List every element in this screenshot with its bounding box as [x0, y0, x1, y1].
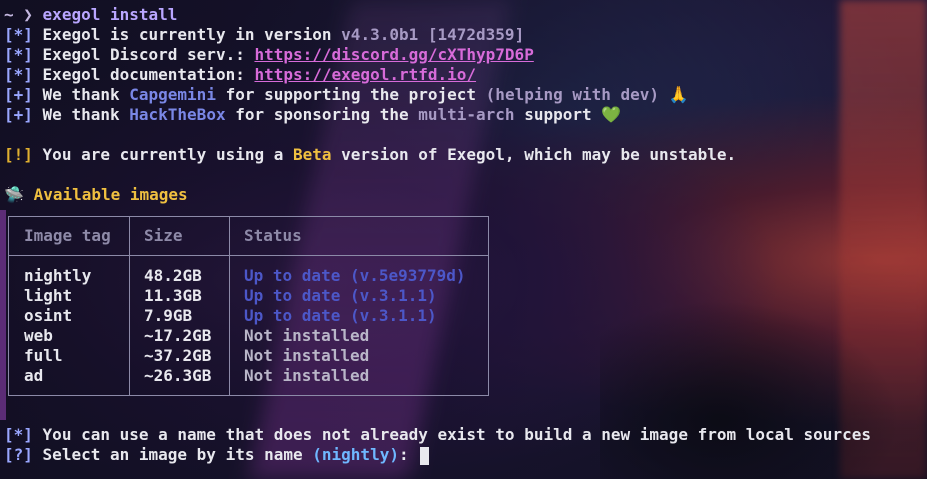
beta-warning-line: [!] You are currently using a Beta versi… — [4, 145, 736, 165]
info-tag: [*] — [4, 65, 33, 84]
row-image-tag: nightly — [24, 266, 92, 285]
row-size: ~37.2GB — [144, 346, 212, 365]
thanks-line-capgemini: [+] We thank Capgemini for supporting th… — [4, 85, 689, 105]
info-tag: [*] — [4, 25, 33, 44]
text-cursor[interactable] — [420, 446, 430, 465]
row-size: 11.3GB — [144, 286, 202, 305]
row-status: Up to date (v.3.1.1) — [244, 306, 437, 325]
table-header-divider — [9, 255, 488, 256]
thanks-line-hackthebox: [+] We thank HackTheBox for sponsoring t… — [4, 105, 621, 125]
documentation-label: Exegol documentation: — [42, 65, 255, 84]
warning-pre: You are currently using a — [42, 145, 293, 164]
row-size: ~26.3GB — [144, 366, 212, 385]
row-image-tag: light — [24, 286, 73, 305]
command-text: exegol install — [42, 5, 178, 24]
build-hint-text: You can use a name that does not already… — [42, 425, 871, 444]
thanks-pre: We thank — [42, 85, 130, 104]
header-size: Size — [144, 226, 183, 245]
thanks-mid: for sponsoring the — [225, 105, 419, 124]
terminal-window[interactable]: ~ ❯ exegol install [*] Exegol is current… — [0, 0, 927, 479]
table-divider — [229, 217, 230, 395]
row-size: 48.2GB — [144, 266, 202, 285]
select-image-prompt-line[interactable]: [?] Select an image by its name (nightly… — [4, 445, 430, 465]
prompt-colon: : — [398, 445, 419, 464]
default-choice: (nightly) — [312, 445, 399, 464]
available-images-label: Available images — [33, 185, 188, 204]
row-status: Not installed — [244, 326, 370, 345]
thanks-end: support — [514, 105, 592, 124]
header-status: Status — [244, 226, 302, 245]
info-tag: [*] — [4, 425, 33, 444]
discord-link[interactable]: https://discord.gg/cXThyp7D6P — [254, 45, 533, 64]
thanks-pre: We thank — [42, 105, 130, 124]
thanks-tail: multi-arch — [418, 105, 515, 124]
row-size: 7.9GB — [144, 306, 193, 325]
pray-icon: 🙏 — [668, 85, 689, 104]
ufo-icon: 🛸 — [4, 185, 24, 204]
select-prompt-text: Select an image by its name — [42, 445, 313, 464]
question-tag: [?] — [4, 445, 33, 464]
prompt-symbol: ~ ❯ — [4, 5, 33, 24]
command-prompt-line: ~ ❯ exegol install — [4, 5, 177, 25]
documentation-link[interactable]: https://exegol.rtfd.io/ — [254, 65, 476, 84]
version-commit: [1472d359] — [418, 25, 525, 44]
warning-tag: [!] — [4, 145, 33, 164]
beta-label: Beta — [293, 145, 332, 164]
table-divider — [129, 217, 130, 395]
documentation-line: [*] Exegol documentation: https://exegol… — [4, 65, 476, 85]
row-image-tag: web — [24, 326, 53, 345]
thanks-mid: for supporting the project — [215, 85, 486, 104]
row-status: Up to date (v.5e93779d) — [244, 266, 466, 285]
plus-tag: [+] — [4, 105, 33, 124]
images-table: Image tag Size Status nightly 48.2GB Up … — [8, 216, 489, 396]
sponsor-name: Capgemini — [129, 85, 216, 104]
sponsor-name: HackTheBox — [129, 105, 226, 124]
row-status: Not installed — [244, 366, 370, 385]
row-image-tag: osint — [24, 306, 73, 325]
row-image-tag: full — [24, 346, 63, 365]
discord-line: [*] Exegol Discord serv.: https://discor… — [4, 45, 534, 65]
build-hint-line: [*] You can use a name that does not alr… — [4, 425, 871, 445]
discord-label: Exegol Discord serv.: — [42, 45, 255, 64]
warning-post: version of Exegol, which may be unstable… — [331, 145, 737, 164]
available-images-title: 🛸 Available images — [4, 185, 188, 205]
info-tag: [*] — [4, 45, 33, 64]
version-number: v4.3.0b1 — [341, 25, 419, 44]
version-label: Exegol is currently in version — [42, 25, 342, 44]
thanks-tail: (helping with dev) — [485, 85, 660, 104]
row-status: Not installed — [244, 346, 370, 365]
header-image-tag: Image tag — [24, 226, 111, 245]
plus-tag: [+] — [4, 85, 33, 104]
version-line: [*] Exegol is currently in version v4.3.… — [4, 25, 524, 45]
green-heart-icon: 💚 — [601, 105, 622, 124]
row-image-tag: ad — [24, 366, 44, 385]
row-status: Up to date (v.3.1.1) — [244, 286, 437, 305]
row-size: ~17.2GB — [144, 326, 212, 345]
